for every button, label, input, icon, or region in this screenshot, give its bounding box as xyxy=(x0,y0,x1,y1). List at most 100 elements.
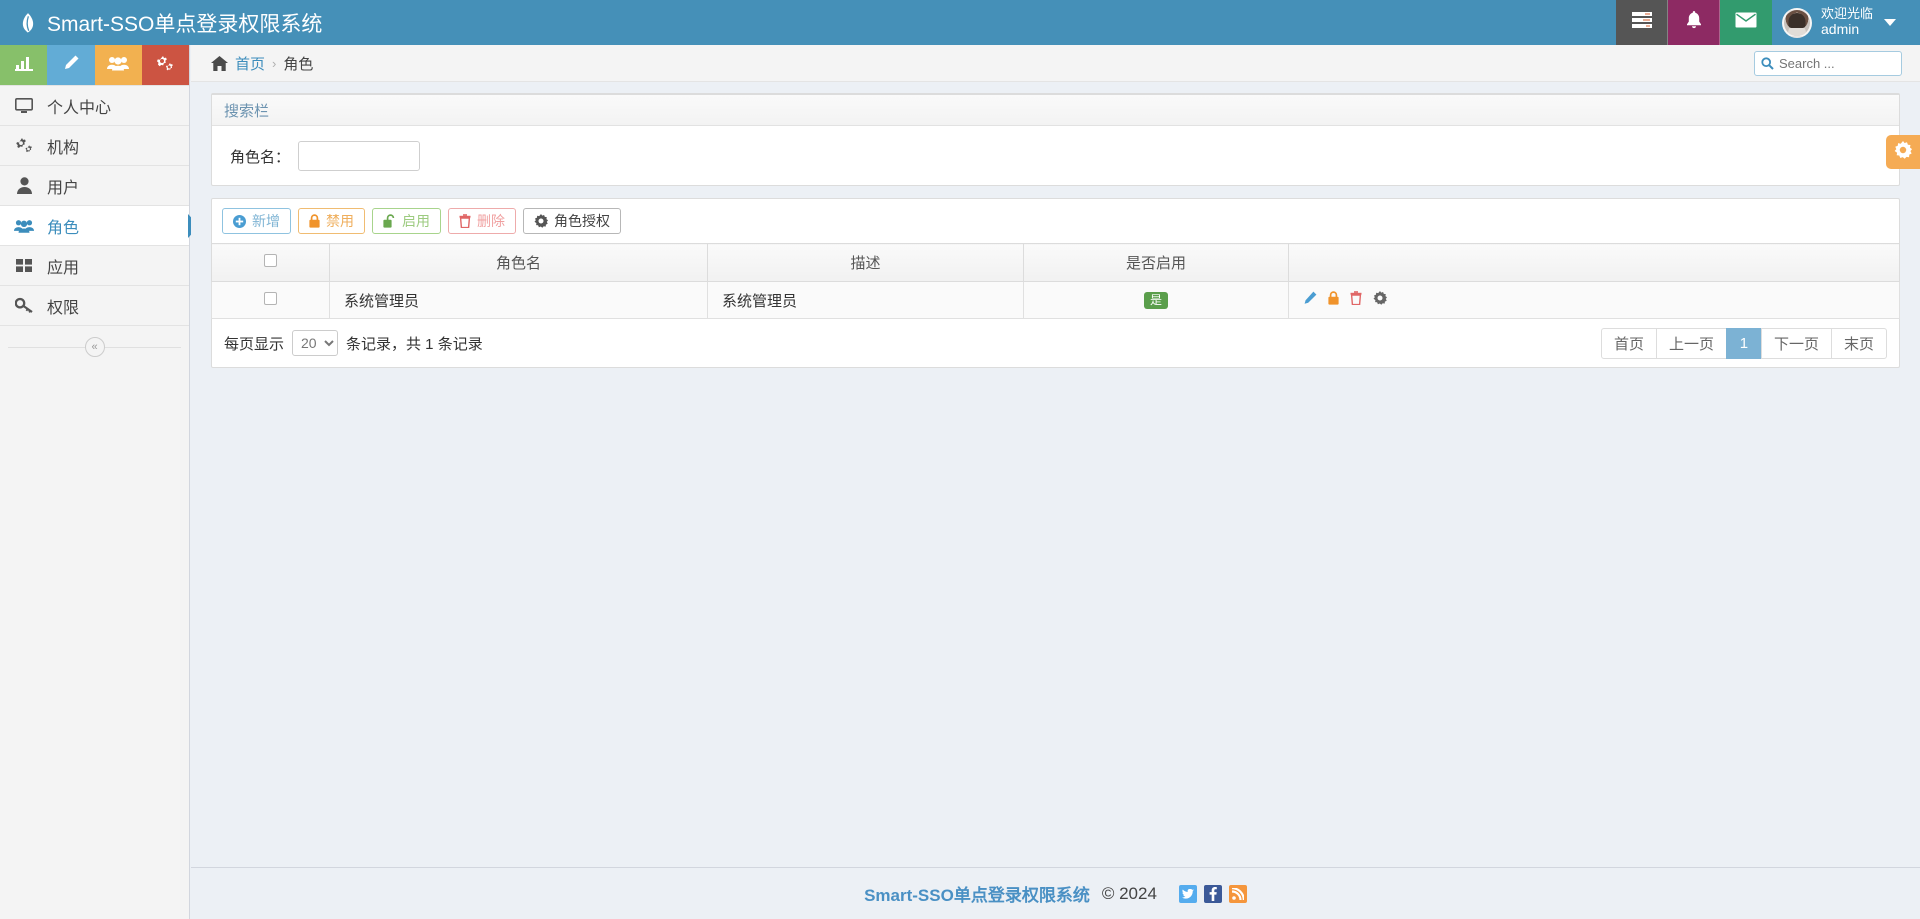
twitter-icon[interactable] xyxy=(1179,885,1197,903)
button-label: 新增 xyxy=(252,214,280,228)
sidebar-collapse-row: « xyxy=(0,326,189,368)
role-name-label: 角色名： xyxy=(224,146,296,167)
button-label: 删除 xyxy=(477,214,505,228)
role-name-form-row: 角色名： xyxy=(224,141,1887,171)
footer-social-links xyxy=(1179,885,1247,903)
sidebar-item-permission[interactable]: 权限 xyxy=(0,286,189,326)
column-header-description: 描述 xyxy=(708,244,1024,282)
sidebar-item-label: 角色 xyxy=(47,214,79,238)
select-all-checkbox[interactable] xyxy=(264,254,277,267)
status-badge: 是 xyxy=(1144,292,1168,309)
rss-icon[interactable] xyxy=(1229,885,1247,903)
edit-button[interactable] xyxy=(47,45,94,85)
edit-icon[interactable] xyxy=(1303,291,1317,309)
sidebar-item-label: 用户 xyxy=(47,174,79,198)
search-icon xyxy=(1761,57,1774,70)
table-footer: 每页显示 20 条记录，共 1 条记录 首页 上一页 1 下一页 末页 xyxy=(211,319,1900,368)
gears-icon xyxy=(155,54,175,77)
gear-icon[interactable] xyxy=(1373,291,1387,309)
role-name-input[interactable] xyxy=(298,141,420,171)
unlock-icon xyxy=(383,214,396,228)
top-header: Smart-SSO单点登录权限系统 欢迎光临 admin xyxy=(0,0,1920,45)
column-header-actions xyxy=(1289,244,1900,282)
avatar xyxy=(1782,8,1812,38)
table-body: 系统管理员 系统管理员 是 xyxy=(212,282,1900,319)
facebook-icon[interactable] xyxy=(1204,885,1222,903)
row-checkbox[interactable] xyxy=(264,292,277,305)
sidebar-item-application[interactable]: 应用 xyxy=(0,246,189,286)
button-label: 启用 xyxy=(402,214,430,228)
pagination-last[interactable]: 末页 xyxy=(1831,328,1887,359)
tasks-button[interactable] xyxy=(1616,0,1668,45)
row-action-icons xyxy=(1289,291,1899,309)
sidebar-item-organization[interactable]: 机构 xyxy=(0,126,189,166)
users-icon xyxy=(107,55,129,76)
per-page-control: 每页显示 20 条记录，共 1 条记录 xyxy=(224,330,483,356)
sidebar: 个人中心 机构 用户 角色 应用 xyxy=(0,45,190,919)
lock-icon[interactable] xyxy=(1328,291,1339,309)
lock-icon xyxy=(309,214,320,228)
sidebar-menu: 个人中心 机构 用户 角色 应用 xyxy=(0,85,189,326)
bell-icon xyxy=(1685,10,1703,35)
stats-button[interactable] xyxy=(0,45,47,85)
add-button[interactable]: 新增 xyxy=(222,208,291,234)
app-logo[interactable]: Smart-SSO单点登录权限系统 xyxy=(0,0,190,45)
disable-button[interactable]: 禁用 xyxy=(298,208,365,234)
cell-actions xyxy=(1289,282,1900,319)
caret-down-icon xyxy=(1884,19,1896,26)
envelope-icon xyxy=(1735,12,1757,33)
pagination-next[interactable]: 下一页 xyxy=(1761,328,1832,359)
home-icon xyxy=(211,56,228,71)
bar-chart-icon xyxy=(15,55,33,76)
column-header-enabled: 是否启用 xyxy=(1024,244,1289,282)
sidebar-item-user[interactable]: 用户 xyxy=(0,166,189,206)
panel-area: 搜索栏 角色名： 新增 xyxy=(191,82,1920,368)
welcome-text: 欢迎光临 xyxy=(1821,7,1873,22)
user-name: admin xyxy=(1821,22,1873,38)
sidebar-item-label: 机构 xyxy=(47,134,79,158)
button-label: 禁用 xyxy=(326,214,354,228)
gear-icon xyxy=(1894,141,1912,164)
footer-copyright: © 2024 xyxy=(1102,884,1157,904)
notifications-button[interactable] xyxy=(1668,0,1720,45)
trash-icon xyxy=(459,214,471,228)
cell-description: 系统管理员 xyxy=(708,282,1024,319)
search-panel: 搜索栏 角色名： xyxy=(211,93,1900,186)
select-all-header xyxy=(212,244,330,282)
roles-table: 角色名 描述 是否启用 系统管理员 系统管理员 是 xyxy=(211,243,1900,319)
user-menu[interactable]: 欢迎光临 admin xyxy=(1772,0,1920,45)
table-section: 新增 禁用 启用 删除 xyxy=(211,186,1900,368)
users-icon xyxy=(14,218,34,234)
sidebar-collapse-button[interactable]: « xyxy=(85,337,105,357)
pagination-prev[interactable]: 上一页 xyxy=(1656,328,1727,359)
global-search[interactable] xyxy=(1754,51,1902,76)
enable-button[interactable]: 启用 xyxy=(372,208,441,234)
pagination-first[interactable]: 首页 xyxy=(1601,328,1657,359)
sidebar-item-personal-center[interactable]: 个人中心 xyxy=(0,86,189,126)
messages-button[interactable] xyxy=(1720,0,1772,45)
per-page-suffix: 条记录，共 1 条记录 xyxy=(346,333,483,354)
column-header-role-name: 角色名 xyxy=(330,244,708,282)
th-large-icon xyxy=(14,258,34,273)
search-panel-title: 搜索栏 xyxy=(212,95,1899,126)
pagination-page-1[interactable]: 1 xyxy=(1726,328,1762,359)
breadcrumb-home-link[interactable]: 首页 xyxy=(235,53,265,74)
desktop-icon xyxy=(14,98,34,114)
delete-icon[interactable] xyxy=(1350,291,1362,309)
user-icon xyxy=(14,177,34,194)
quick-actions-row xyxy=(0,45,189,85)
search-input[interactable] xyxy=(1779,56,1895,71)
settings-button[interactable] xyxy=(142,45,189,85)
table-row[interactable]: 系统管理员 系统管理员 是 xyxy=(212,282,1900,319)
row-select-cell xyxy=(212,282,330,319)
plus-circle-icon xyxy=(233,215,246,228)
per-page-select[interactable]: 20 xyxy=(292,330,338,356)
delete-button[interactable]: 删除 xyxy=(448,208,516,234)
breadcrumb: 首页 › 角色 xyxy=(211,53,313,74)
sidebar-item-role[interactable]: 角色 xyxy=(0,206,189,246)
users-button[interactable] xyxy=(95,45,142,85)
table-header-row: 角色名 描述 是否启用 xyxy=(212,244,1900,282)
role-authorize-button[interactable]: 角色授权 xyxy=(523,208,621,234)
settings-tab-button[interactable] xyxy=(1886,135,1920,169)
gears-icon xyxy=(14,137,34,154)
